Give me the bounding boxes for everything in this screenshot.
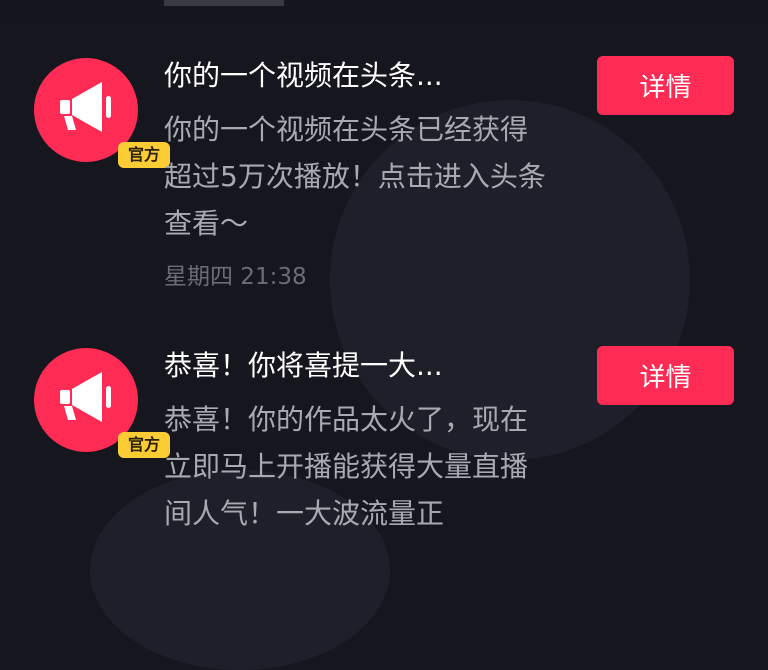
message-title: 恭喜！你将喜提一大... bbox=[164, 349, 443, 382]
official-badge: 官方 bbox=[118, 432, 170, 458]
megaphone-icon bbox=[60, 372, 111, 422]
message-timestamp: 星期四 21:38 bbox=[164, 264, 307, 290]
official-avatar[interactable]: 官方 bbox=[34, 58, 170, 168]
official-avatar[interactable]: 官方 bbox=[34, 348, 170, 458]
details-button[interactable]: 详情 bbox=[597, 56, 734, 115]
previous-message-cutoff bbox=[0, 0, 768, 26]
message-body: 恭喜！你的作品太火了，现在立即马上开播能获得大量直播间人气！一大波流量正 bbox=[164, 403, 529, 530]
cutoff-text bbox=[164, 0, 284, 6]
details-button[interactable]: 详情 bbox=[597, 346, 734, 405]
message-body: 你的一个视频在头条已经获得超过5万次播放！点击进入头条查看～ bbox=[164, 113, 546, 240]
official-badge: 官方 bbox=[118, 142, 170, 168]
message-title: 你的一个视频在头条... bbox=[164, 59, 443, 92]
message-item[interactable]: 官方 你的一个视频在头条... 你的一个视频在头条已经获得超过5万次播放！点击进… bbox=[0, 48, 768, 318]
message-item[interactable]: 官方 恭喜！你将喜提一大... 恭喜！你的作品太火了，现在立即马上开播能获得大量… bbox=[0, 338, 768, 538]
megaphone-icon bbox=[60, 82, 111, 132]
